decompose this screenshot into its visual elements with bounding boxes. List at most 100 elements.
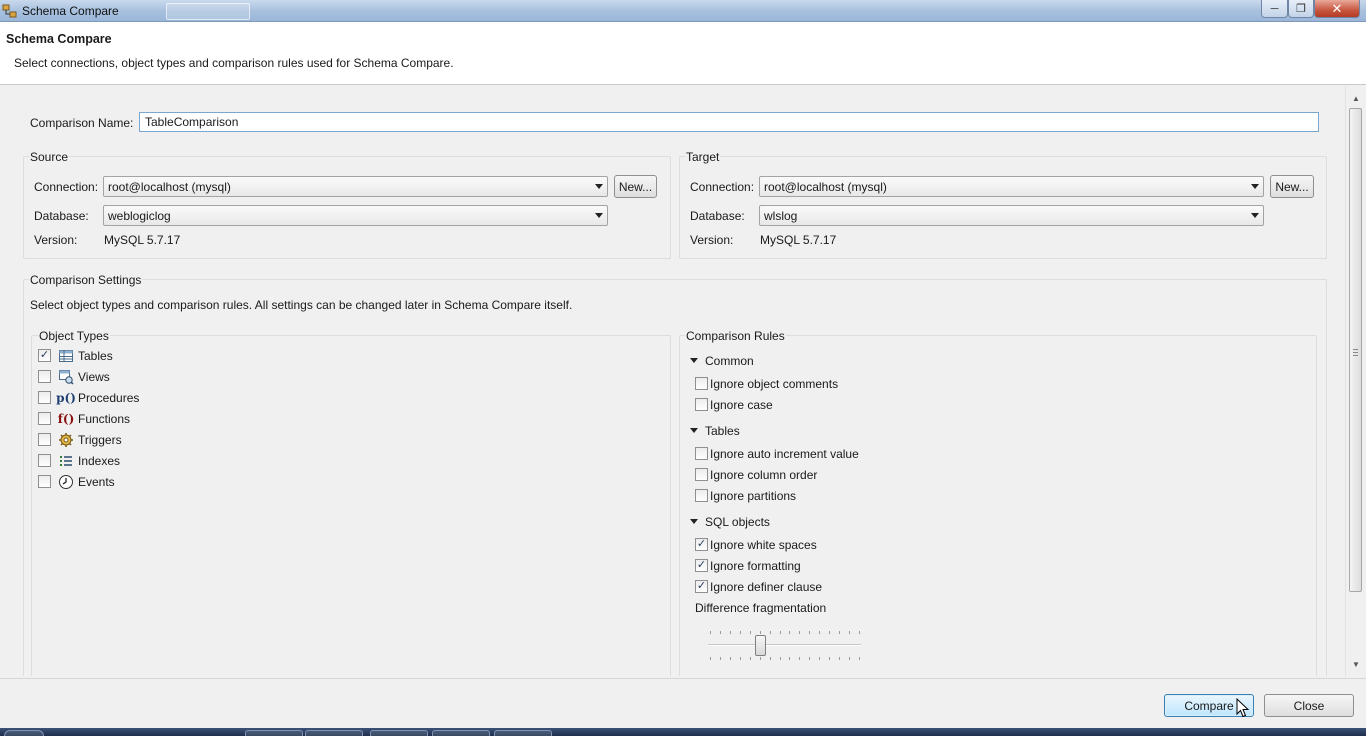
ignore-definer-clause-label: Ignore definer clause <box>710 580 823 594</box>
slider-tick <box>859 631 860 634</box>
ignore-definer-clause-checkbox[interactable]: ✓ <box>695 580 708 593</box>
tables-checkbox[interactable]: ✓ <box>38 349 51 362</box>
target-connection-select[interactable]: root@localhost (mysql) <box>759 176 1264 197</box>
mouse-cursor-icon <box>1236 698 1250 718</box>
ignore-column-order-checkbox[interactable] <box>695 468 708 481</box>
ignore-auto-increment-label: Ignore auto increment value <box>710 447 859 461</box>
object-type-label: Procedures <box>78 391 140 405</box>
source-new-connection-button[interactable]: New... <box>614 175 657 198</box>
triggers-checkbox[interactable] <box>38 433 51 446</box>
comparison-settings-title: Comparison Settings <box>29 273 143 287</box>
slider-tick <box>720 631 721 634</box>
source-database-select[interactable]: weblogiclog <box>103 205 608 226</box>
taskbar-item[interactable] <box>305 730 363 736</box>
ignore-case-checkbox[interactable] <box>695 398 708 411</box>
background-window-tab <box>166 3 250 20</box>
slider-tick <box>799 631 800 634</box>
comparison-name-input[interactable]: TableComparison <box>139 112 1319 132</box>
ignore-formatting-checkbox[interactable]: ✓ <box>695 559 708 572</box>
scrollbar-thumb[interactable] <box>1349 108 1362 592</box>
chevron-down-icon <box>1251 184 1259 189</box>
source-title: Source <box>29 150 70 164</box>
slider-tick <box>780 657 781 660</box>
events-checkbox[interactable] <box>38 475 51 488</box>
slider-tick <box>829 631 830 634</box>
ignore-auto-increment-checkbox[interactable] <box>695 447 708 460</box>
views-checkbox[interactable] <box>38 370 51 383</box>
indexes-checkbox[interactable] <box>38 454 51 467</box>
target-title: Target <box>685 150 721 164</box>
object-type-label: Tables <box>78 349 113 363</box>
close-window-button[interactable]: ✕ <box>1314 0 1360 18</box>
slider-tick <box>859 657 860 660</box>
vertical-scrollbar[interactable]: ▲ ▼ <box>1345 86 1366 676</box>
close-button[interactable]: Close <box>1264 694 1354 717</box>
source-database-label: Database: <box>34 209 89 223</box>
object-types-group <box>31 335 671 676</box>
object-type-label: Indexes <box>78 454 121 468</box>
trigger-icon <box>59 433 73 447</box>
expand-triangle-icon <box>690 519 698 524</box>
slider-tick <box>710 631 711 634</box>
minimize-button[interactable]: ─ <box>1261 0 1288 18</box>
source-connection-select[interactable]: root@localhost (mysql) <box>103 176 608 197</box>
source-version-label: Version: <box>34 233 78 247</box>
taskbar-item[interactable] <box>494 730 552 736</box>
target-database-value: wlslog <box>764 209 798 223</box>
procedure-icon: p() <box>56 391 76 405</box>
slider-tick <box>730 657 731 660</box>
slider-tick <box>819 657 820 660</box>
slider-tick <box>740 631 741 634</box>
source-connection-label: Connection: <box>34 180 99 194</box>
target-version-value: MySQL 5.7.17 <box>760 233 837 247</box>
chevron-down-icon <box>1251 213 1259 218</box>
dialog-header: Schema Compare Select connections, objec… <box>0 22 1366 85</box>
ignore-formatting-label: Ignore formatting <box>710 559 801 573</box>
slider-tick <box>809 657 810 660</box>
table-icon <box>59 350 73 362</box>
source-database-value: weblogiclog <box>108 209 171 223</box>
procedures-checkbox[interactable] <box>38 391 51 404</box>
slider-tick <box>750 657 751 660</box>
expand-triangle-icon <box>690 358 698 363</box>
object-type-label: Views <box>78 370 110 384</box>
ignore-object-comments-checkbox[interactable] <box>695 377 708 390</box>
slider-tick <box>849 657 850 660</box>
start-button[interactable] <box>4 730 44 736</box>
target-version-label: Version: <box>690 233 734 247</box>
maximize-button[interactable]: ❐ <box>1288 0 1314 18</box>
rules-tables-label: Tables <box>705 424 740 438</box>
target-new-connection-button[interactable]: New... <box>1270 175 1314 198</box>
comparison-name-label: Comparison Name: <box>30 116 134 130</box>
scroll-down-icon[interactable]: ▼ <box>1352 660 1360 669</box>
comparison-rules-title: Comparison Rules <box>685 329 786 343</box>
window-title: Schema Compare <box>22 4 119 18</box>
slider-tick <box>839 657 840 660</box>
slider-tick <box>750 631 751 634</box>
object-type-label: Events <box>78 475 115 489</box>
scroll-up-icon[interactable]: ▲ <box>1352 94 1360 103</box>
target-database-select[interactable]: wlslog <box>759 205 1264 226</box>
target-connection-label: Connection: <box>690 180 755 194</box>
slider-thumb[interactable] <box>754 635 766 656</box>
chevron-down-icon <box>595 213 603 218</box>
source-version-value: MySQL 5.7.17 <box>104 233 181 247</box>
expand-triangle-icon <box>690 428 698 433</box>
close-icon: ✕ <box>1331 0 1343 16</box>
taskbar-item[interactable] <box>245 730 303 736</box>
ignore-partitions-checkbox[interactable] <box>695 489 708 502</box>
index-icon <box>60 456 72 466</box>
slider-tick <box>839 631 840 634</box>
ignore-column-order-label: Ignore column order <box>710 468 818 482</box>
dialog-content: Comparison Name: TableComparison Source … <box>0 86 1345 676</box>
taskbar-item[interactable] <box>370 730 428 736</box>
taskbar-item[interactable] <box>432 730 490 736</box>
rules-sql-objects-label: SQL objects <box>705 515 770 529</box>
functions-checkbox[interactable] <box>38 412 51 425</box>
app-icon <box>2 4 17 18</box>
ignore-white-spaces-checkbox[interactable]: ✓ <box>695 538 708 551</box>
dialog-footer: Compare Close <box>0 678 1366 728</box>
slider-tick <box>770 631 771 634</box>
os-taskbar <box>0 728 1366 736</box>
slider-tick <box>789 631 790 634</box>
